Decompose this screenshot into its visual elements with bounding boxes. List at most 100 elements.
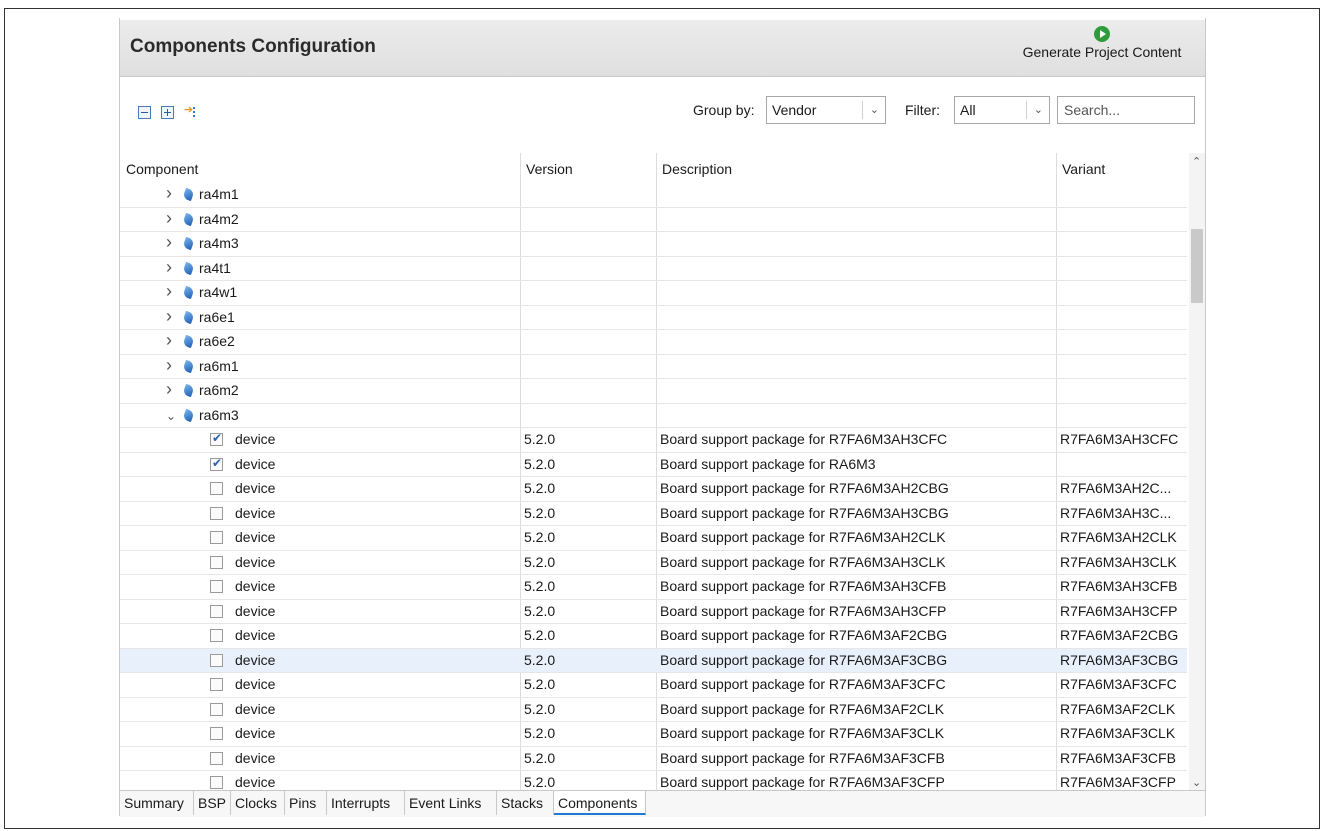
chip-icon <box>182 408 195 422</box>
table-row[interactable]: device 5.2.0 Board support package for R7F… <box>120 624 1187 649</box>
component-cell: › ra4m2 <box>120 211 562 227</box>
tree-group-row[interactable]: › ra4m1 <box>120 183 1187 208</box>
tab-pins[interactable]: Pins <box>285 791 327 815</box>
chevron-right-icon[interactable]: › <box>166 235 178 251</box>
filter-select[interactable]: All ⌄ <box>954 96 1050 124</box>
table-row[interactable]: device 5.2.0 Board support package for R7F… <box>120 575 1187 600</box>
component-label: device <box>235 725 276 741</box>
component-label: device <box>235 529 276 545</box>
table-row[interactable]: device 5.2.0 Board support package for R7F… <box>120 477 1187 502</box>
chevron-right-icon[interactable]: › <box>166 260 178 276</box>
chevron-right-icon[interactable]: › <box>166 186 178 202</box>
chevron-right-icon[interactable]: › <box>166 284 178 300</box>
component-checkbox[interactable] <box>210 431 223 446</box>
variant-cell: R7FA6M3AH2C... <box>1060 480 1172 496</box>
version-cell: 5.2.0 <box>524 529 556 545</box>
tree-group-row[interactable]: › ra6m2 <box>120 379 1187 404</box>
group-by-label: Group by: <box>693 102 755 118</box>
component-checkbox[interactable] <box>210 604 223 618</box>
version-cell: 5.2.0 <box>524 602 556 619</box>
component-checkbox[interactable] <box>210 702 223 716</box>
chip-icon <box>182 310 195 324</box>
table-row[interactable]: device 5.2.0 Board support package for RA6… <box>120 453 1187 477</box>
version-cell: 5.2.0 <box>524 774 556 790</box>
chevron-right-icon[interactable]: › <box>166 211 178 227</box>
description-cell: Board support package for R7FA6M3AH2CBG <box>660 480 949 496</box>
component-checkbox[interactable] <box>210 751 223 765</box>
version-cell: 5.2.0 <box>524 700 556 717</box>
tab-summary[interactable]: Summary <box>120 791 194 815</box>
chevron-right-icon[interactable]: › <box>166 358 178 374</box>
component-cell: › ra6e1 <box>120 309 562 325</box>
scroll-up-icon[interactable]: ⌃ <box>1192 155 1201 168</box>
component-checkbox[interactable] <box>210 580 223 593</box>
group-by-value: Vendor <box>772 102 817 118</box>
component-checkbox[interactable] <box>210 678 223 691</box>
group-by-select[interactable]: Vendor ⌄ <box>766 96 886 124</box>
component-checkbox[interactable] <box>210 629 223 642</box>
chevron-right-icon[interactable]: › <box>166 382 178 398</box>
chip-icon <box>182 261 195 275</box>
scroll-down-icon[interactable]: ⌄ <box>1192 776 1201 789</box>
column-header-description[interactable]: Description <box>656 153 1056 185</box>
chip-icon <box>182 383 195 398</box>
tree-group-row[interactable]: › ra6m1 <box>120 355 1187 379</box>
table-row[interactable]: device 5.2.0 Board support package for R7F… <box>120 673 1187 698</box>
table-row[interactable]: device 5.2.0 Board support package for R7F… <box>120 526 1187 551</box>
component-checkbox[interactable] <box>210 506 223 520</box>
tab-bsp[interactable]: BSP <box>194 791 231 815</box>
column-header-component[interactable]: Component <box>120 153 520 185</box>
tree-group-row[interactable]: › ra6e1 <box>120 306 1187 330</box>
component-checkbox[interactable] <box>210 482 223 495</box>
column-header-variant[interactable]: Variant <box>1056 153 1188 185</box>
table-row[interactable]: device 5.2.0 Board support package for R7F… <box>120 428 1187 453</box>
component-checkbox[interactable] <box>210 727 223 740</box>
tree-group-row[interactable]: › ra6e2 <box>120 330 1187 355</box>
chevron-down-icon: ⌄ <box>1033 104 1043 116</box>
vertical-scrollbar[interactable]: ⌃ ⌄ <box>1189 153 1205 791</box>
component-label: device <box>235 455 276 472</box>
chevron-right-icon[interactable]: › <box>166 333 178 349</box>
search-input[interactable] <box>1057 96 1195 124</box>
component-label: device <box>235 553 276 570</box>
component-label: device <box>235 749 276 766</box>
component-cell: › ra6m2 <box>120 382 562 398</box>
table-row[interactable]: device 5.2.0 Board support package for R7F… <box>120 698 1187 722</box>
table-row[interactable]: device 5.2.0 Board support package for R7F… <box>120 502 1187 526</box>
group-label: ra4m1 <box>199 186 239 202</box>
table-row[interactable]: device 5.2.0 Board support package for R7F… <box>120 747 1187 771</box>
table-row[interactable]: device 5.2.0 Board support package for R7F… <box>120 551 1187 575</box>
component-label: device <box>235 676 276 692</box>
version-cell: 5.2.0 <box>524 749 556 766</box>
tree-group-row[interactable]: › ra4m3 <box>120 232 1187 257</box>
components-table: Component Version Description Variant › r… <box>120 153 1205 791</box>
tab-event-links[interactable]: Event Links <box>405 791 497 815</box>
description-cell: Board support package for R7FA6M3AF3CFB <box>660 749 945 766</box>
column-header-version[interactable]: Version <box>520 153 656 185</box>
tree-group-row[interactable]: › ra4m2 <box>120 208 1187 232</box>
component-checkbox[interactable] <box>210 653 223 667</box>
chevron-down-icon: ⌄ <box>869 104 879 116</box>
scrollbar-thumb[interactable] <box>1191 229 1203 303</box>
chevron-right-icon[interactable]: › <box>166 309 178 325</box>
tree-group-row[interactable]: › ra4w1 <box>120 281 1187 306</box>
tab-stacks[interactable]: Stacks <box>497 791 554 815</box>
version-cell: 5.2.0 <box>524 725 556 741</box>
component-checkbox[interactable] <box>210 531 223 544</box>
table-row[interactable]: device 5.2.0 Board support package for R7F… <box>120 722 1187 747</box>
component-checkbox[interactable] <box>210 456 223 471</box>
component-checkbox[interactable] <box>210 776 223 789</box>
table-row[interactable]: device 5.2.0 Board support package for R7F… <box>120 648 1187 673</box>
generate-project-content-button[interactable]: Generate Project Content <box>1007 26 1197 72</box>
tab-components[interactable]: Components <box>554 791 646 815</box>
variant-cell: R7FA6M3AH3C... <box>1060 504 1172 521</box>
component-checkbox[interactable] <box>210 555 223 569</box>
tab-clocks[interactable]: Clocks <box>231 791 285 815</box>
chevron-down-icon[interactable]: ⌄ <box>166 409 178 423</box>
table-row[interactable]: device 5.2.0 Board support package for R7F… <box>120 771 1187 791</box>
description-cell: Board support package for R7FA6M3AH3CFP <box>660 602 947 619</box>
tab-interrupts[interactable]: Interrupts <box>327 791 405 815</box>
table-row[interactable]: device 5.2.0 Board support package for R7F… <box>120 600 1187 624</box>
tree-group-row[interactable]: › ra4t1 <box>120 257 1187 281</box>
tree-group-row[interactable]: ⌄ ra6m3 <box>120 404 1187 428</box>
